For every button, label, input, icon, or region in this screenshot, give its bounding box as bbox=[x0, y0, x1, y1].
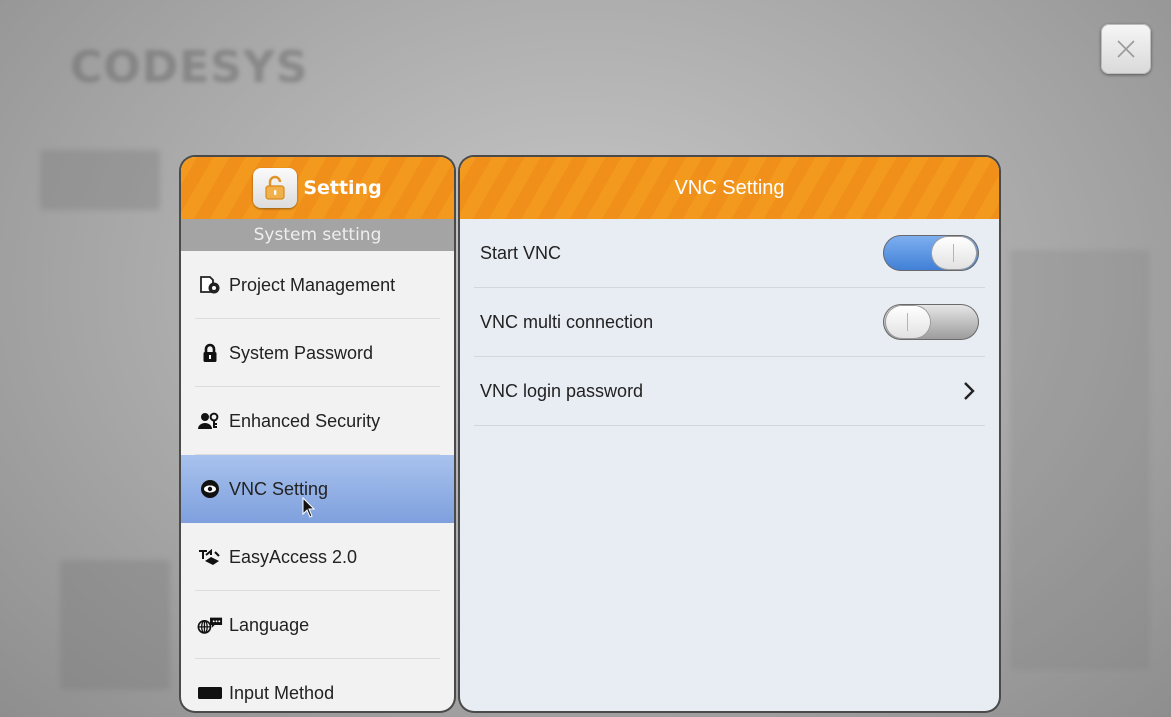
menu-item-easyaccess[interactable]: EasyAccess 2.0 bbox=[181, 523, 454, 591]
unlock-icon bbox=[265, 175, 285, 200]
vnc-multi-connection-row: VNC multi connection bbox=[474, 288, 985, 357]
chevron-right-icon[interactable] bbox=[959, 379, 979, 403]
vnc-login-password-label: VNC login password bbox=[480, 380, 644, 401]
menu-item-input-method[interactable]: Input Method bbox=[181, 659, 454, 711]
start-vnc-row: Start VNC bbox=[474, 219, 985, 288]
menu-item-language[interactable]: Language bbox=[181, 591, 454, 659]
lock-icon bbox=[197, 342, 223, 364]
toggle-knob bbox=[932, 237, 976, 269]
keyboard-icon bbox=[197, 682, 223, 704]
section-label: System setting bbox=[181, 219, 454, 251]
settings-header: Setting bbox=[181, 157, 454, 219]
menu-item-label: Enhanced Security bbox=[229, 410, 381, 431]
menu-item-label: Project Management bbox=[229, 274, 396, 295]
menu-item-label: Language bbox=[229, 614, 310, 635]
vnc-multi-connection-toggle[interactable] bbox=[883, 304, 979, 340]
background-blur-block bbox=[1010, 250, 1150, 670]
close-icon bbox=[1117, 40, 1135, 58]
menu-item-enhanced-security[interactable]: Enhanced Security bbox=[181, 387, 454, 455]
easyaccess-icon bbox=[197, 546, 223, 568]
close-button[interactable] bbox=[1101, 24, 1151, 74]
toggle-knob bbox=[886, 306, 930, 338]
vnc-setting-panel: VNC Setting Start VNC VNC multi connecti… bbox=[458, 155, 1001, 713]
background-blur-block bbox=[40, 150, 160, 210]
panel-title: VNC Setting bbox=[460, 157, 999, 219]
settings-menu-panel: Setting System setting Project Managemen… bbox=[179, 155, 456, 713]
globe-chat-icon bbox=[197, 614, 223, 636]
settings-title: Setting bbox=[303, 177, 382, 199]
mouse-cursor-icon bbox=[302, 496, 316, 523]
project-management-icon bbox=[197, 274, 223, 296]
start-vnc-label: Start VNC bbox=[480, 242, 562, 263]
menu-item-vnc-setting[interactable]: VNC Setting bbox=[181, 455, 454, 523]
menu-item-system-password[interactable]: System Password bbox=[181, 319, 454, 387]
menu-item-project-management[interactable]: Project Management bbox=[181, 251, 454, 319]
hmi-screen: CODESYS Setting System setting Project M… bbox=[0, 0, 1171, 717]
menu-item-label: System Password bbox=[229, 342, 374, 363]
vnc-login-password-row[interactable]: VNC login password bbox=[474, 357, 985, 426]
menu-item-label: EasyAccess 2.0 bbox=[229, 546, 358, 567]
users-key-icon bbox=[197, 410, 223, 432]
eye-icon bbox=[197, 478, 223, 500]
start-vnc-toggle[interactable] bbox=[883, 235, 979, 271]
background-blur-block bbox=[60, 560, 170, 690]
background-brand-text: CODESYS bbox=[70, 42, 309, 93]
settings-lock-button[interactable] bbox=[253, 168, 298, 208]
vnc-multi-connection-label: VNC multi connection bbox=[480, 311, 654, 332]
menu-item-label: Input Method bbox=[229, 682, 335, 703]
